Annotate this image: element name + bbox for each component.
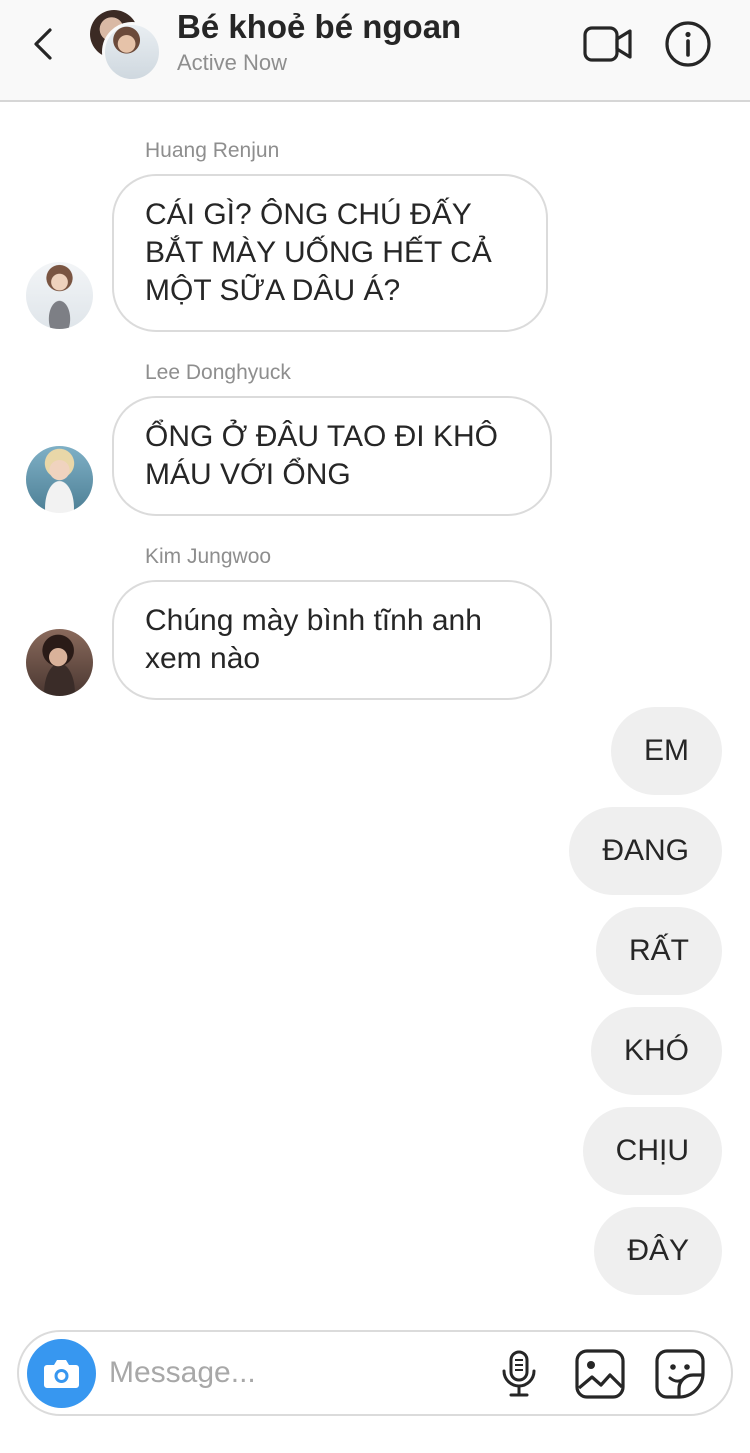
back-button[interactable]	[28, 20, 64, 68]
image-icon	[575, 1349, 625, 1399]
incoming-message-bubble[interactable]: Chúng mày bình tĩnh anh xem nào	[112, 580, 552, 700]
outgoing-message-bubble[interactable]: RẤT	[596, 907, 722, 995]
incoming-message-bubble[interactable]: CÁI GÌ? ÔNG CHÚ ĐẤY BẮT MÀY UỐNG HẾT CẢ …	[112, 174, 548, 332]
sticker-button[interactable]	[654, 1348, 706, 1400]
info-button[interactable]	[664, 20, 712, 68]
sender-name: Lee Donghyuck	[145, 361, 291, 384]
sticker-icon	[655, 1349, 705, 1399]
group-avatar-front	[102, 22, 162, 82]
outgoing-message-bubble[interactable]: ĐANG	[569, 807, 722, 895]
message-composer	[17, 1330, 733, 1416]
video-call-button[interactable]	[582, 24, 634, 64]
sender-avatar[interactable]	[26, 446, 93, 513]
camera-icon	[44, 1360, 79, 1388]
incoming-message-bubble[interactable]: ỔNG Ở ĐÂU TAO ĐI KHÔ MÁU VỚI ỔNG	[112, 396, 552, 516]
chevron-left-icon	[34, 28, 52, 60]
outgoing-message-bubble[interactable]: CHỊU	[582, 1107, 722, 1195]
sender-avatar[interactable]	[26, 629, 93, 696]
outgoing-message-bubble[interactable]: ĐÂY	[594, 1207, 722, 1295]
gallery-button[interactable]	[574, 1348, 626, 1400]
outgoing-message-bubble[interactable]: KHÓ	[590, 1007, 722, 1095]
outgoing-message-bubble[interactable]: EM	[611, 707, 722, 795]
sender-name: Huang Renjun	[145, 139, 280, 162]
chat-screen: Bé khoẻ bé ngoan Active Now Huang Renjun…	[0, 0, 750, 1453]
video-camera-icon	[583, 26, 632, 62]
message-input[interactable]	[109, 1350, 479, 1396]
sender-avatar[interactable]	[26, 262, 93, 329]
chat-title[interactable]: Bé khoẻ bé ngoan	[177, 8, 461, 46]
chat-header: Bé khoẻ bé ngoan Active Now	[0, 0, 750, 102]
active-status: Active Now	[177, 50, 288, 75]
group-avatar[interactable]	[90, 10, 162, 82]
info-icon	[665, 21, 711, 67]
microphone-icon	[502, 1350, 536, 1397]
voice-message-button[interactable]	[499, 1349, 539, 1399]
camera-button[interactable]	[27, 1339, 96, 1408]
sender-name: Kim Jungwoo	[145, 545, 272, 568]
